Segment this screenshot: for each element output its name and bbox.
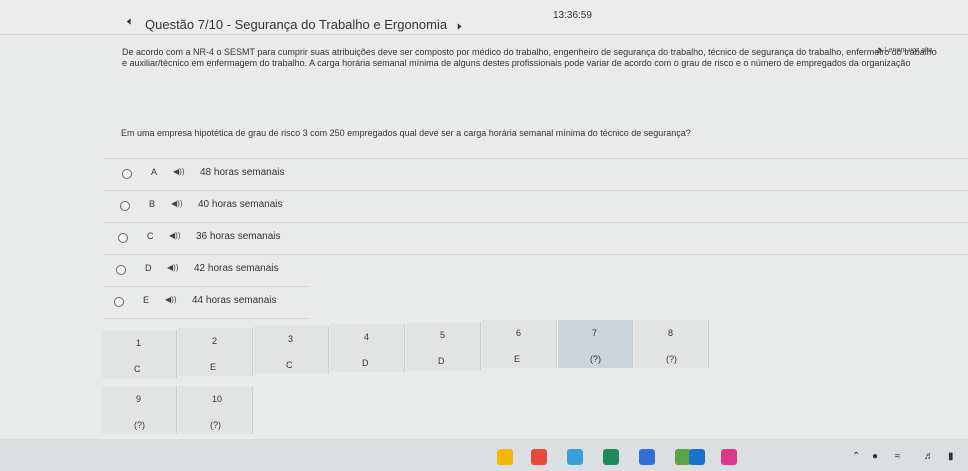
nav-answer: E (210, 362, 217, 372)
nav-answer: C (134, 364, 141, 374)
radio-icon[interactable] (120, 201, 130, 211)
option-a[interactable]: A ◀)) 48 horas semanais (104, 158, 968, 190)
radio-icon[interactable] (122, 169, 132, 179)
nav-answer: D (438, 356, 445, 366)
chrome-icon[interactable] (531, 449, 547, 465)
instagram-icon[interactable] (721, 449, 737, 465)
speaker-icon[interactable]: ◀)) (171, 199, 182, 208)
nav-answer: C (286, 360, 293, 370)
question-statement: De acordo com a NR-4 o SESMT para cumpri… (122, 47, 937, 68)
nav-number: 5 (440, 330, 446, 340)
store-icon[interactable] (603, 449, 619, 465)
nav-number: 4 (364, 332, 370, 342)
radio-icon[interactable] (116, 265, 126, 275)
nav-number: 3 (288, 334, 294, 344)
option-letter: B (149, 199, 156, 209)
question-text: Em uma empresa hipotética de grau de ris… (121, 128, 691, 138)
nav-number: 10 (212, 394, 223, 404)
files-icon[interactable] (497, 449, 513, 465)
nav-number: 6 (516, 328, 522, 338)
option-letter: E (143, 295, 150, 305)
radio-icon[interactable] (114, 297, 124, 307)
nav-number: 7 (592, 328, 598, 338)
nav-number: 1 (136, 338, 142, 348)
option-letter: A (151, 167, 158, 177)
dropbox-icon[interactable] (689, 449, 705, 465)
option-c[interactable]: C ◀)) 36 horas semanais (104, 222, 968, 254)
nav-number: 2 (212, 336, 218, 346)
question-header: 13:36:59 🢐 Questão 7/10 - Segurança do T… (0, 0, 968, 35)
nav-question-3[interactable]: 3C (254, 326, 329, 374)
chevron-up-icon[interactable]: ⌃ (852, 451, 860, 462)
nav-question-2[interactable]: 2E (178, 328, 253, 376)
nav-question-9[interactable]: 9 (?) (102, 386, 177, 434)
battery-icon: ▮ (948, 451, 954, 462)
nav-question-1[interactable]: 1C (102, 330, 177, 378)
wifi-icon[interactable]: ≈ (895, 451, 901, 462)
option-text: 40 horas semanais (198, 199, 283, 210)
answer-options: A ◀)) 48 horas semanais B ◀)) 40 horas s… (104, 158, 968, 319)
speaker-icon[interactable]: ◀)) (173, 167, 184, 176)
back-arrow-icon[interactable]: 🢐 (126, 14, 131, 28)
nav-question-6[interactable]: 6E (482, 320, 557, 368)
option-text: 36 horas semanais (196, 231, 281, 242)
taskbar: ⌃ ● ≈ ♬ ▮ (0, 439, 968, 471)
nav-answer: (?) (666, 354, 677, 364)
photos-icon[interactable] (567, 449, 583, 465)
option-text: 44 horas semanais (192, 295, 277, 306)
option-b[interactable]: B ◀)) 40 horas semanais (104, 190, 968, 222)
nav-answer: (?) (210, 420, 221, 430)
option-d[interactable]: D ◀)) 42 horas semanais (104, 254, 968, 286)
nav-answer: E (514, 354, 521, 364)
maps-icon[interactable] (639, 449, 655, 465)
radio-icon[interactable] (118, 233, 128, 243)
option-letter: C (147, 231, 154, 241)
assistant-icon[interactable]: ● (872, 451, 878, 462)
speaker-icon[interactable]: ◀)) (165, 295, 176, 304)
nav-question-5[interactable]: 5D (406, 322, 481, 370)
nav-answer: (?) (590, 354, 601, 364)
option-letter: D (145, 263, 152, 273)
nav-number: 8 (668, 328, 674, 338)
timer: 13:36:59 (553, 10, 592, 21)
speaker-icon[interactable]: ◀)) (167, 263, 178, 272)
page-title: Questão 7/10 - Segurança do Trabalho e E… (145, 17, 448, 32)
nav-number: 9 (136, 394, 142, 404)
nav-question-7[interactable]: 7 (?) (558, 320, 633, 368)
speaker-icon[interactable]: ◀)) (169, 231, 180, 240)
option-text: 42 horas semanais (194, 263, 279, 274)
nav-question-10[interactable]: 10 (?) (178, 386, 253, 434)
nav-answer: (?) (134, 420, 145, 430)
nav-answer: D (362, 358, 369, 368)
nav-question-8[interactable]: 8 (?) (634, 320, 709, 368)
option-e[interactable]: E ◀)) 44 horas semanais (104, 286, 309, 319)
volume-icon[interactable]: ♬ (924, 451, 934, 462)
forward-arrow-icon[interactable]: 🢒 (457, 19, 462, 33)
option-text: 48 horas semanais (200, 167, 285, 178)
nav-question-4[interactable]: 4D (330, 324, 405, 372)
